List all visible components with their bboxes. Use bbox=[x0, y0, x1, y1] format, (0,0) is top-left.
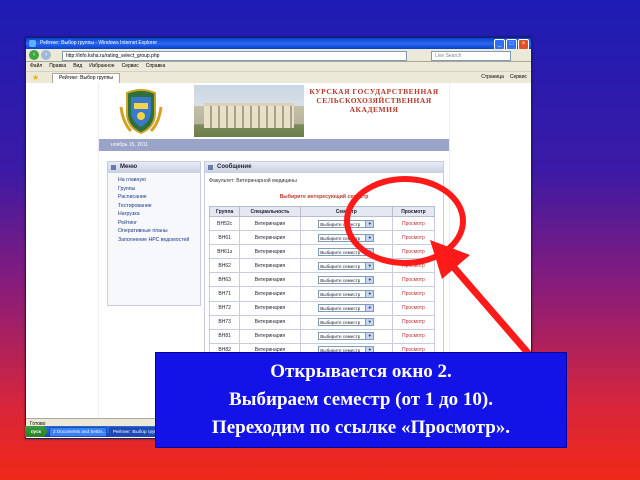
table-row: ВН72 Ветеринария Выбирите семестр ▼ Просмотр bbox=[208, 300, 436, 316]
chevron-down-icon[interactable]: ▼ bbox=[365, 262, 374, 269]
sidebar-item-testing[interactable]: Тестирование bbox=[118, 202, 200, 211]
sidebar-menu: Меню На главную Группы Расписание Тестир… bbox=[107, 161, 201, 306]
column-header: Специальность bbox=[239, 206, 301, 217]
semester-cell: Выбирите семестр▼ bbox=[299, 272, 393, 288]
bullet-icon bbox=[208, 165, 213, 170]
academy-building-photo bbox=[194, 85, 304, 137]
url-input[interactable]: http://info.ksha.ru/rating_select_group.… bbox=[62, 51, 407, 61]
bullet-icon bbox=[111, 165, 116, 170]
menu-view[interactable]: Вид bbox=[73, 62, 82, 71]
chevron-down-icon[interactable]: ▼ bbox=[365, 291, 374, 298]
caption-line: Открывается окно 2. bbox=[270, 361, 452, 382]
group-cell: ВН52с bbox=[208, 215, 241, 232]
taskbar-item[interactable]: 2 Documents and Settin... bbox=[49, 426, 107, 437]
menu-file[interactable]: Файл bbox=[30, 62, 42, 71]
sidebar-item-records[interactable]: Заполнение НРС ведомостей bbox=[118, 236, 200, 245]
specialty-cell: Ветеринария bbox=[239, 328, 301, 344]
menu-bar: Файл Правка Вид Избранное Сервис Справка bbox=[26, 62, 531, 72]
menu-edit[interactable]: Правка bbox=[49, 62, 66, 71]
specialty-cell: Ветеринария bbox=[239, 230, 301, 246]
sidebar-item-home[interactable]: На главную bbox=[118, 176, 200, 185]
sidebar-heading: Меню bbox=[108, 162, 200, 173]
favorites-star-icon[interactable]: ★ bbox=[32, 73, 39, 82]
coat-of-arms-icon bbox=[119, 89, 163, 135]
red-arrow-icon bbox=[430, 240, 532, 357]
sidebar-item-plans[interactable]: Оперативные планы bbox=[118, 227, 200, 236]
table-row: ВН71 Ветеринария Выбирите семестр ▼ Просмотр bbox=[208, 286, 436, 302]
specialty-cell: Ветеринария bbox=[239, 300, 301, 316]
address-bar: ‹ › http://info.ksha.ru/rating_select_gr… bbox=[26, 49, 531, 62]
semester-cell: Выбирите семестр▼ bbox=[299, 314, 393, 330]
specialty-cell: Ветеринария bbox=[239, 314, 301, 330]
sidebar-item-schedule[interactable]: Расписание bbox=[118, 193, 200, 202]
chevron-down-icon[interactable]: ▼ bbox=[365, 276, 374, 283]
tab-rating[interactable]: Рейтинг: Выбор группы bbox=[52, 73, 120, 83]
table-row: ВН81 Ветеринария Выбирите семестр ▼ Просмотр bbox=[208, 328, 436, 344]
sidebar-item-workload[interactable]: Нагрузка bbox=[118, 210, 200, 219]
semester-select[interactable]: Выбирите семестр▼ bbox=[318, 318, 375, 327]
group-cell: ВН63 bbox=[208, 272, 241, 288]
chevron-down-icon[interactable]: ▼ bbox=[365, 319, 374, 326]
table-row: ВН63 Ветеринария Выбирите семестр ▼ Просмотр bbox=[208, 272, 436, 288]
search-input[interactable]: Live Search bbox=[431, 51, 511, 61]
tools-menu[interactable]: Сервис bbox=[510, 73, 527, 82]
site-header: КУРСКАЯ ГОСУДАРСТВЕННАЯ СЕЛЬСКОХОЗЯЙСТВЕ… bbox=[99, 83, 449, 139]
menu-tools[interactable]: Сервис bbox=[122, 62, 139, 71]
group-cell: ВН72 bbox=[208, 300, 241, 316]
semester-select[interactable]: Выбирите семестр▼ bbox=[318, 332, 375, 341]
page-menu[interactable]: Страница bbox=[481, 73, 504, 82]
specialty-cell: Ветеринария bbox=[239, 272, 301, 288]
specialty-cell: Ветеринария bbox=[239, 244, 301, 260]
date-strip: ноябрь 15, 2011 bbox=[99, 139, 449, 151]
forward-icon[interactable]: › bbox=[41, 50, 51, 60]
group-cell: ВН61з bbox=[208, 244, 241, 260]
semester-cell: Выбирите семестр▼ bbox=[299, 300, 393, 316]
site-title: КУРСКАЯ ГОСУДАРСТВЕННАЯ СЕЛЬСКОХОЗЯЙСТВЕ… bbox=[309, 87, 439, 114]
group-cell: ВН61 bbox=[208, 230, 241, 246]
specialty-cell: Ветеринария bbox=[239, 215, 301, 232]
semester-cell: Выбирите семестр▼ bbox=[299, 286, 393, 302]
back-icon[interactable]: ‹ bbox=[29, 50, 39, 60]
table-row: ВН73 Ветеринария Выбирите семестр ▼ Просмотр bbox=[208, 314, 436, 330]
menu-help[interactable]: Справка bbox=[146, 62, 166, 71]
chevron-down-icon[interactable]: ▼ bbox=[365, 333, 374, 340]
sidebar-item-rating[interactable]: Рейтинг bbox=[118, 219, 200, 228]
browser-titlebar: Рейтинг: Выбор группы - Windows Internet… bbox=[26, 38, 531, 50]
menu-favorites[interactable]: Избранное bbox=[89, 62, 114, 71]
semester-select[interactable]: Выбирите семестр▼ bbox=[318, 290, 375, 299]
start-button[interactable]: пуск bbox=[25, 426, 47, 437]
semester-cell: Выбирите семестр▼ bbox=[299, 328, 393, 344]
caption-line: Выбираем семестр (от 1 до 10). bbox=[228, 389, 493, 410]
semester-select[interactable]: Выбирите семестр▼ bbox=[318, 261, 375, 270]
specialty-cell: Ветеринария bbox=[239, 258, 301, 274]
group-cell: ВН73 bbox=[208, 314, 241, 330]
group-cell: ВН62 bbox=[208, 258, 241, 274]
specialty-cell: Ветеринария bbox=[239, 286, 301, 302]
browser-title: Рейтинг: Выбор группы - Windows Internet… bbox=[40, 40, 158, 46]
column-header: Группа bbox=[208, 206, 241, 217]
content-heading: Сообщение bbox=[205, 162, 443, 173]
semester-select[interactable]: Выбирите семестр▼ bbox=[318, 304, 375, 313]
group-cell: ВН71 bbox=[208, 286, 241, 302]
caption-box: Открывается окно 2. Выбираем семестр (от… bbox=[155, 352, 567, 448]
sidebar-item-groups[interactable]: Группы bbox=[118, 185, 200, 194]
semester-select[interactable]: Выбирите семестр▼ bbox=[318, 275, 375, 284]
chevron-down-icon[interactable]: ▼ bbox=[365, 305, 374, 312]
ie-icon bbox=[29, 40, 36, 47]
group-cell: ВН81 bbox=[208, 328, 241, 344]
caption-line: Переходим по ссылке «Просмотр». bbox=[211, 417, 511, 438]
